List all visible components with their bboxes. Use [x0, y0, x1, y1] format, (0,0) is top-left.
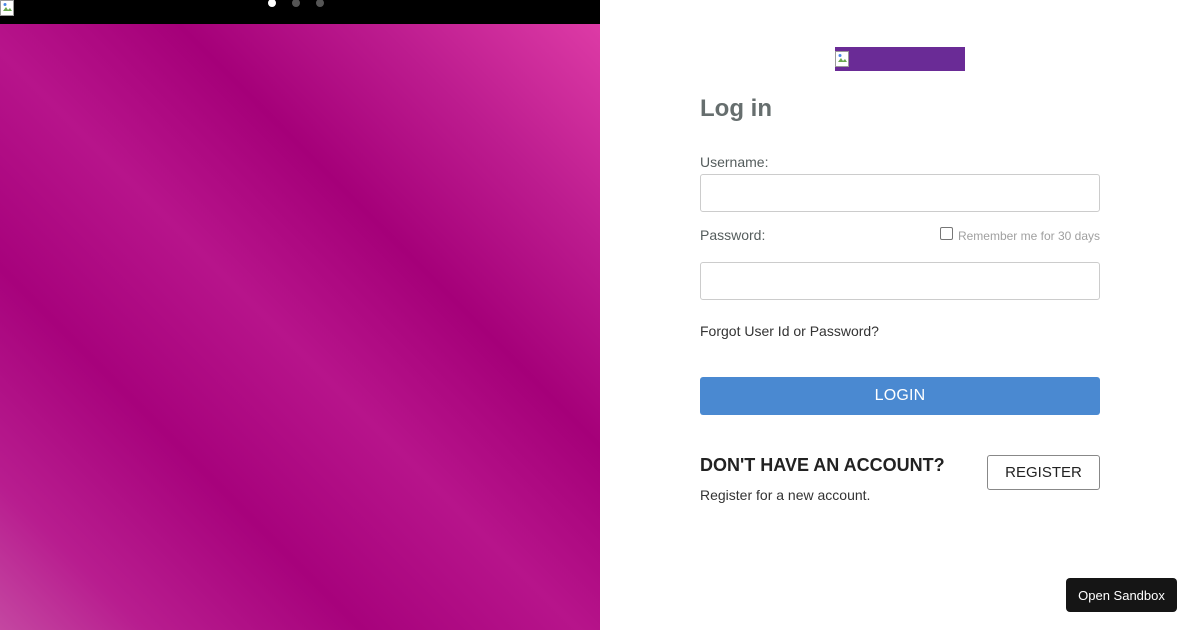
forgot-credentials-link[interactable]: Forgot User Id or Password? — [700, 323, 879, 339]
carousel-dot-2[interactable] — [292, 0, 300, 7]
remember-me-label[interactable]: Remember me for 30 days — [958, 229, 1100, 243]
login-panel: Log in Username: Password: Remember me f… — [600, 0, 1200, 630]
login-title: Log in — [700, 95, 772, 122]
carousel-indicators — [268, 0, 324, 10]
login-button[interactable]: LOGIN — [700, 377, 1100, 415]
open-sandbox-button[interactable]: Open Sandbox — [1066, 578, 1177, 612]
username-input[interactable] — [700, 174, 1100, 212]
password-label: Password: — [700, 227, 766, 243]
register-button[interactable]: REGISTER — [987, 455, 1100, 490]
login-page: Log in Username: Password: Remember me f… — [0, 0, 1200, 630]
remember-me[interactable]: Remember me for 30 days — [939, 225, 1100, 243]
password-input[interactable] — [700, 262, 1100, 300]
carousel-dot-1[interactable] — [268, 0, 276, 7]
no-account-heading: DON'T HAVE AN ACCOUNT? — [700, 455, 945, 475]
remember-me-checkbox[interactable] — [939, 226, 953, 240]
image-carousel — [0, 0, 600, 630]
broken-image-icon — [0, 0, 14, 16]
carousel-slide — [0, 24, 600, 630]
carousel-dot-3[interactable] — [316, 0, 324, 7]
register-description: Register for a new account. — [700, 487, 871, 503]
broken-image-icon — [835, 51, 849, 67]
brand-logo — [835, 47, 965, 71]
username-label: Username: — [700, 154, 769, 170]
